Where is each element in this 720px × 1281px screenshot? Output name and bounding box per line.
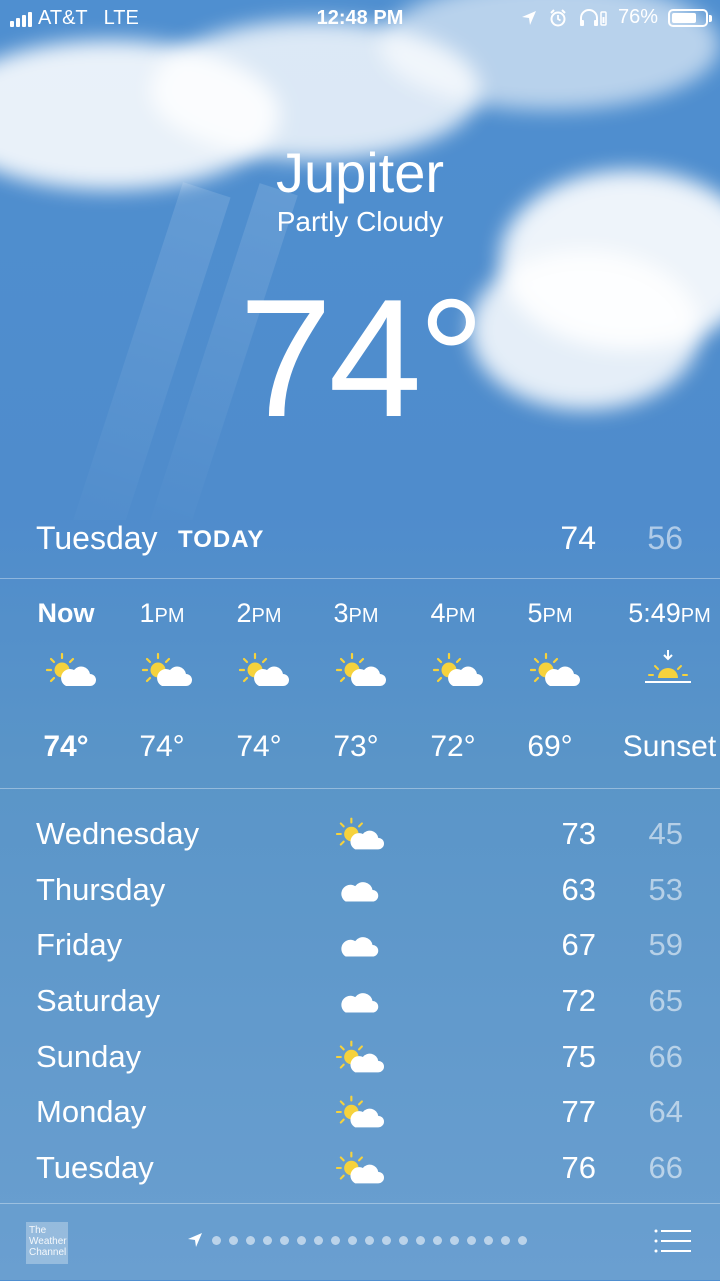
- page-dot[interactable]: [314, 1235, 323, 1245]
- cloud-icon: [336, 872, 384, 908]
- hourly-forecast[interactable]: Now 74° 1PM 74° 2PM 74° 3PM 73° 4PM 72° 5PM 69° 5:49…: [0, 580, 720, 789]
- status-bar: AT&T LTE 12:48 PM 76%: [0, 0, 720, 36]
- hour-temperature: 73°: [333, 730, 379, 763]
- page-dot[interactable]: [212, 1235, 221, 1245]
- partly-cloudy-icon: [335, 652, 386, 688]
- partly-cloudy-icon: [45, 652, 96, 688]
- forecast-row: Thursday 63 53: [0, 862, 720, 918]
- headphones-icon: [579, 8, 607, 26]
- page-dot[interactable]: [348, 1235, 357, 1245]
- page-dot[interactable]: [518, 1235, 527, 1245]
- current-temperature: 74°: [238, 264, 485, 452]
- page-dot[interactable]: [246, 1235, 255, 1245]
- alarm-icon: [550, 8, 566, 26]
- forecast-high: 72: [561, 983, 596, 1019]
- forecast-low: 45: [648, 816, 683, 851]
- forecast-day: Saturday: [36, 983, 161, 1019]
- page-dot[interactable]: [501, 1235, 510, 1245]
- partly-cloudy-icon: [335, 816, 384, 852]
- hour-label: 5:49PM: [628, 598, 711, 628]
- hour-label: Now: [37, 598, 95, 628]
- page-dot[interactable]: [433, 1235, 442, 1245]
- page-indicator[interactable]: [186, 1231, 527, 1249]
- forecast-high: 76: [561, 1150, 596, 1186]
- hour-label: 2PM: [236, 598, 282, 628]
- forecast-row: Tuesday 76 66: [0, 1140, 720, 1196]
- page-dot[interactable]: [280, 1235, 289, 1245]
- hour-temperature: 74°: [139, 730, 185, 763]
- location-arrow-icon: [188, 1233, 202, 1247]
- forecast-row: Saturday 72 65: [0, 973, 720, 1029]
- hour-label: 1PM: [139, 598, 185, 628]
- partly-cloudy-icon: [335, 1094, 384, 1130]
- page-dot[interactable]: [263, 1235, 272, 1245]
- hour-label: 4PM: [430, 598, 476, 628]
- forecast-high: 63: [561, 871, 596, 907]
- forecast-row: Monday 77 64: [0, 1084, 720, 1140]
- hour-label: 5PM: [527, 598, 573, 628]
- today-row: Tuesday TODAY 74 56: [0, 510, 720, 579]
- page-dot[interactable]: [450, 1235, 459, 1245]
- page-dot[interactable]: [399, 1235, 408, 1245]
- forecast-low: 65: [648, 983, 683, 1019]
- logo-text: The Weather Channel: [29, 1225, 67, 1258]
- hour-temperature: 72°: [430, 730, 476, 763]
- hour-label: 3PM: [333, 598, 379, 628]
- forecast-day: Tuesday: [36, 1150, 154, 1186]
- forecast-high: 73: [561, 816, 596, 851]
- today-low: 56: [647, 520, 683, 556]
- forecast-day: Friday: [36, 927, 123, 963]
- battery-icon: [668, 8, 712, 27]
- weather-channel-logo[interactable]: The Weather Channel: [26, 1222, 68, 1264]
- list-icon[interactable]: [654, 1228, 692, 1254]
- sunset-icon: [643, 646, 693, 690]
- forecast-day: Thursday: [36, 871, 166, 907]
- forecast-high: 77: [561, 1094, 596, 1130]
- cloud-icon: [336, 927, 384, 963]
- partly-cloudy-icon: [335, 1039, 384, 1075]
- battery-percent: 76%: [617, 6, 658, 28]
- forecast-day: Monday: [36, 1094, 147, 1130]
- daily-forecast[interactable]: Wednesday 73 45 Thursday 63 53 Friday 67 59 Satur…: [0, 806, 720, 1196]
- partly-cloudy-icon: [432, 652, 483, 688]
- forecast-high: 67: [561, 927, 596, 963]
- forecast-low: 64: [648, 1094, 683, 1130]
- hour-temperature: Sunset: [622, 730, 717, 763]
- forecast-day: Sunday: [36, 1038, 142, 1074]
- partly-cloudy-icon: [529, 652, 580, 688]
- city-name: Jupiter: [275, 141, 445, 204]
- page-dot[interactable]: [229, 1235, 238, 1245]
- today-high: 74: [560, 520, 596, 556]
- partly-cloudy-icon: [238, 652, 289, 688]
- today-label: TODAY: [178, 526, 265, 553]
- forecast-row: Friday 67 59: [0, 917, 720, 973]
- page-dot[interactable]: [416, 1235, 425, 1245]
- hour-temperature: 74°: [236, 730, 282, 763]
- today-day: Tuesday: [36, 520, 158, 556]
- page-dot[interactable]: [484, 1235, 493, 1245]
- partly-cloudy-icon: [141, 652, 192, 688]
- page-dot[interactable]: [297, 1235, 306, 1245]
- page-dot[interactable]: [365, 1235, 374, 1245]
- forecast-day: Wednesday: [36, 816, 200, 851]
- forecast-low: 66: [648, 1038, 683, 1074]
- bottom-bar: The Weather Channel: [0, 1203, 720, 1281]
- forecast-low: 59: [648, 927, 683, 963]
- location-arrow-icon: [521, 10, 536, 25]
- page-dot[interactable]: [467, 1235, 476, 1245]
- forecast-row: Wednesday 73 45: [0, 806, 720, 862]
- forecast-low: 53: [648, 871, 683, 907]
- cloud-icon: [336, 983, 384, 1019]
- forecast-low: 66: [648, 1150, 683, 1186]
- forecast-high: 75: [561, 1038, 596, 1074]
- partly-cloudy-icon: [335, 1150, 384, 1186]
- page-dot[interactable]: [382, 1235, 391, 1245]
- condition-text: Partly Cloudy: [276, 206, 444, 237]
- page-dot[interactable]: [331, 1235, 340, 1245]
- forecast-row: Sunday 75 66: [0, 1029, 720, 1085]
- hour-temperature: 69°: [527, 730, 573, 763]
- hour-temperature: 74°: [43, 730, 89, 763]
